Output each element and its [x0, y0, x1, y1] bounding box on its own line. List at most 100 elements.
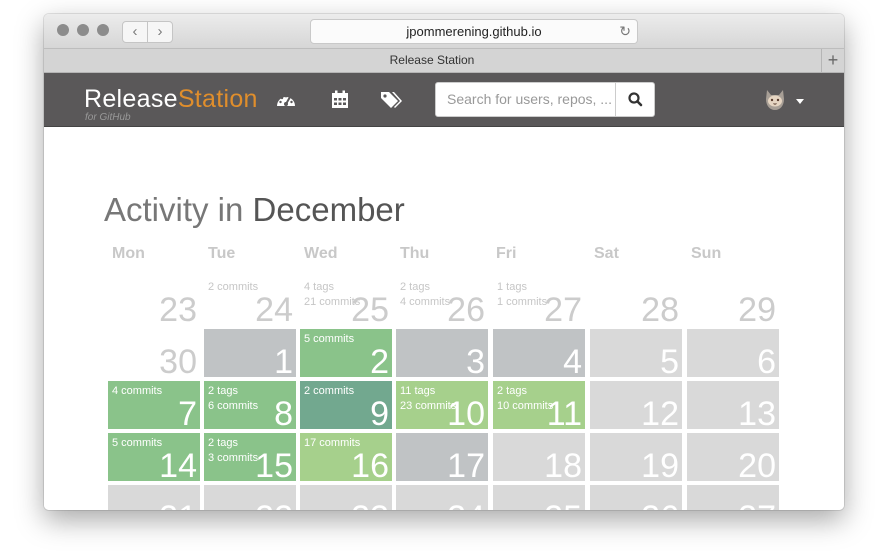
- day-number: 3: [466, 343, 485, 377]
- weekday-thu: Thu: [400, 245, 430, 262]
- day-cell[interactable]: 2 tags 10 commits 11: [493, 381, 585, 429]
- day-activity-label: 2 commits: [208, 281, 259, 293]
- day-cell[interactable]: 6: [687, 329, 779, 377]
- day-activity-label: 5 commits: [304, 333, 355, 345]
- day-activity-label: 2 tags: [208, 385, 238, 397]
- day-number: 10: [447, 395, 485, 429]
- day-number: 25: [544, 498, 582, 510]
- day-cell[interactable]: 19: [590, 433, 682, 481]
- day-number: 11: [546, 395, 582, 429]
- weekday-sat: Sat: [594, 245, 619, 262]
- day-number: 17: [447, 447, 485, 481]
- day-cell[interactable]: 21: [108, 485, 200, 510]
- zoom-window-button[interactable]: [97, 24, 109, 36]
- day-cell[interactable]: 17 commits 16: [300, 433, 392, 481]
- day-cell[interactable]: 29: [687, 277, 779, 325]
- day-cell[interactable]: 20: [687, 433, 779, 481]
- day-cell[interactable]: 12: [590, 381, 682, 429]
- day-number: 27: [544, 291, 582, 325]
- day-number: 4: [563, 343, 582, 377]
- weekday-wed: Wed: [304, 245, 338, 262]
- browser-window: ‹ › jpommerening.github.io ↻ Release Sta…: [44, 14, 844, 510]
- day-number: 1: [274, 343, 293, 377]
- day-number: 25: [351, 291, 389, 325]
- app-navbar: ReleaseStation for GitHub: [44, 73, 844, 127]
- day-cell[interactable]: 2 commits 9: [300, 381, 392, 429]
- close-window-button[interactable]: [57, 24, 69, 36]
- day-cell[interactable]: 17: [396, 433, 488, 481]
- url-text: jpommerening.github.io: [406, 24, 542, 39]
- search-input[interactable]: [436, 83, 615, 114]
- day-number: 29: [738, 291, 776, 325]
- day-cell[interactable]: 23: [108, 277, 200, 325]
- browser-titlebar: ‹ › jpommerening.github.io ↻: [44, 14, 844, 49]
- brand-main: Release: [84, 85, 178, 113]
- day-cell[interactable]: 28: [590, 277, 682, 325]
- day-number: 15: [255, 447, 293, 481]
- day-cell[interactable]: 27: [687, 485, 779, 510]
- tags-icon[interactable]: [379, 89, 403, 111]
- weekday-tue: Tue: [208, 245, 236, 262]
- minimize-window-button[interactable]: [77, 24, 89, 36]
- day-number: 22: [255, 498, 293, 510]
- day-number: 16: [351, 447, 389, 481]
- day-cell[interactable]: 26: [590, 485, 682, 510]
- page-title-prefix: Activity in: [104, 191, 244, 228]
- day-cell[interactable]: 1: [204, 329, 296, 377]
- octocat-avatar-icon[interactable]: [762, 86, 788, 112]
- tab-bar: Release Station +: [44, 49, 844, 73]
- day-activity-label: 2 tags: [208, 437, 238, 449]
- day-cell[interactable]: 13: [687, 381, 779, 429]
- brand-logo[interactable]: ReleaseStation: [84, 85, 258, 114]
- day-cell[interactable]: 3: [396, 329, 488, 377]
- day-cell[interactable]: 4: [493, 329, 585, 377]
- day-number: 30: [159, 343, 197, 377]
- day-cell[interactable]: 1 tags 1 commits 27: [493, 277, 585, 325]
- day-cell[interactable]: 30: [108, 329, 200, 377]
- day-cell[interactable]: 5 commits 14: [108, 433, 200, 481]
- brand-subtitle: for GitHub: [85, 112, 131, 123]
- day-cell[interactable]: 2 tags 6 commits 8: [204, 381, 296, 429]
- search-icon: [628, 92, 643, 107]
- day-number: 20: [738, 447, 776, 481]
- day-cell[interactable]: 23: [300, 485, 392, 510]
- day-activity-label: 1 commits: [497, 296, 548, 308]
- new-tab-button[interactable]: +: [821, 49, 844, 72]
- search-button[interactable]: [615, 83, 654, 116]
- day-cell[interactable]: 22: [204, 485, 296, 510]
- day-cell[interactable]: 2 tags 4 commits 26: [396, 277, 488, 325]
- day-number: 23: [159, 291, 197, 325]
- day-number: 7: [178, 395, 197, 429]
- day-activity-label: 11 tags: [400, 385, 436, 397]
- day-number: 2: [370, 343, 389, 377]
- day-cell[interactable]: 18: [493, 433, 585, 481]
- day-cell[interactable]: 4 tags 21 commits 25: [300, 277, 392, 325]
- day-cell[interactable]: 24: [396, 485, 488, 510]
- day-cell[interactable]: 5: [590, 329, 682, 377]
- main-content: Activity in December Mon Tue Wed Thu Fri Sat S…: [44, 127, 844, 510]
- back-button[interactable]: ‹: [122, 21, 148, 43]
- day-number: 28: [641, 291, 679, 325]
- weekday-sun: Sun: [691, 245, 722, 262]
- tab-active[interactable]: Release Station: [44, 49, 820, 72]
- day-cell[interactable]: 5 commits 2: [300, 329, 392, 377]
- reload-icon[interactable]: ↻: [619, 20, 631, 43]
- day-number: 21: [159, 498, 197, 510]
- day-cell[interactable]: 4 commits 7: [108, 381, 200, 429]
- calendar-icon[interactable]: [328, 89, 352, 111]
- day-cell[interactable]: 2 commits 24: [204, 277, 296, 325]
- user-menu-caret-icon[interactable]: [796, 99, 804, 104]
- day-number: 9: [370, 395, 389, 429]
- search-box: [435, 82, 655, 117]
- day-number: 13: [738, 395, 776, 429]
- day-activity-label: 2 commits: [304, 385, 355, 397]
- day-cell[interactable]: 25: [493, 485, 585, 510]
- brand-accent: Station: [177, 85, 258, 113]
- dashboard-icon[interactable]: [274, 89, 298, 111]
- day-cell[interactable]: 2 tags 3 commits 15: [204, 433, 296, 481]
- forward-button[interactable]: ›: [147, 21, 173, 43]
- day-activity-label: 4 tags: [304, 281, 334, 293]
- page-title-month: December: [252, 191, 405, 228]
- day-cell[interactable]: 11 tags 23 commits 10: [396, 381, 488, 429]
- address-bar[interactable]: jpommerening.github.io ↻: [310, 19, 638, 44]
